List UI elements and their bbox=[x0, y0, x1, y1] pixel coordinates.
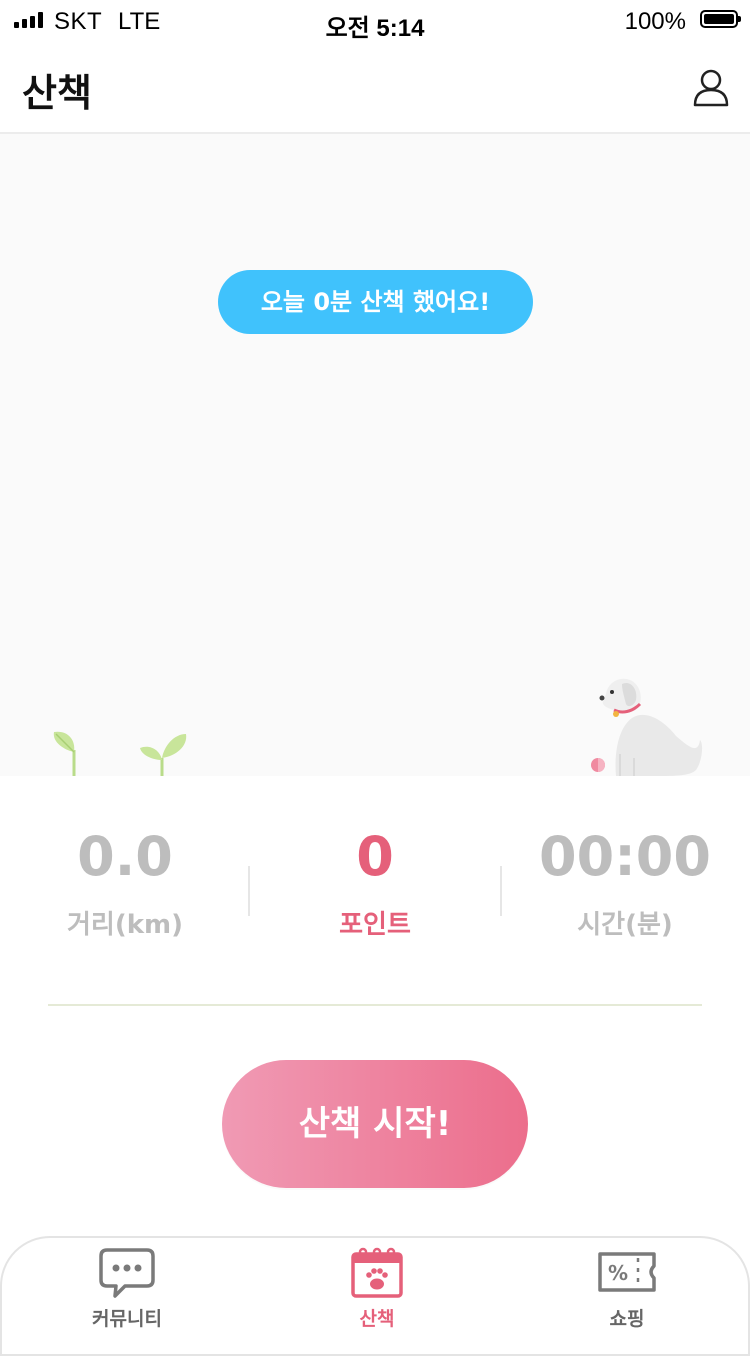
tab-community[interactable]: 커뮤니티 bbox=[2, 1246, 252, 1344]
svg-text:%: % bbox=[608, 1261, 628, 1285]
point-value: 0 bbox=[356, 825, 394, 888]
walk-area: 오늘 0분 산책 했어요! bbox=[0, 134, 750, 776]
tab-label: 쇼핑 bbox=[609, 1308, 645, 1330]
distance-value: 0.0 bbox=[77, 825, 173, 888]
dog-illustration bbox=[591, 678, 703, 776]
time-label: 시간(분) bbox=[577, 910, 673, 940]
app-header: 산책 bbox=[0, 40, 750, 134]
time-value: 00:00 bbox=[539, 825, 711, 888]
start-walk-button[interactable]: 산책 시작! bbox=[222, 1060, 528, 1188]
sprout-icon bbox=[140, 734, 187, 776]
point-stat: 0 포인트 bbox=[250, 826, 500, 941]
distance-label: 거리(km) bbox=[67, 910, 183, 940]
battery-icon bbox=[700, 10, 741, 28]
walk-stats: 0.0 거리(km) 0 포인트 00:00 시간(분) bbox=[0, 776, 750, 1006]
tab-shopping[interactable]: % 쇼핑 bbox=[502, 1246, 750, 1344]
today-walk-badge: 오늘 0분 산책 했어요! bbox=[218, 270, 533, 334]
sprout-icon bbox=[53, 731, 76, 776]
profile-button[interactable] bbox=[692, 68, 730, 108]
tab-label: 커뮤니티 bbox=[92, 1308, 162, 1330]
page-title: 산책 bbox=[22, 71, 92, 115]
point-label: 포인트 bbox=[339, 910, 411, 940]
coupon-icon: % bbox=[598, 1252, 656, 1292]
battery-percent: 100% bbox=[624, 8, 686, 35]
paw-calendar-icon bbox=[351, 1247, 403, 1298]
tab-walk[interactable]: 산책 bbox=[252, 1246, 502, 1344]
chat-bubble-icon bbox=[99, 1248, 155, 1298]
time-stat: 00:00 시간(분) bbox=[500, 826, 750, 941]
bottom-tab-bar: 커뮤니티 산책 % 쇼핑 bbox=[0, 1236, 750, 1356]
distance-stat: 0.0 거리(km) bbox=[0, 826, 250, 941]
user-icon bbox=[693, 69, 729, 107]
tab-label: 산책 bbox=[359, 1308, 395, 1330]
status-bar: SKT LTE 오전 5:14 100% bbox=[0, 0, 750, 42]
section-divider bbox=[48, 1004, 702, 1006]
